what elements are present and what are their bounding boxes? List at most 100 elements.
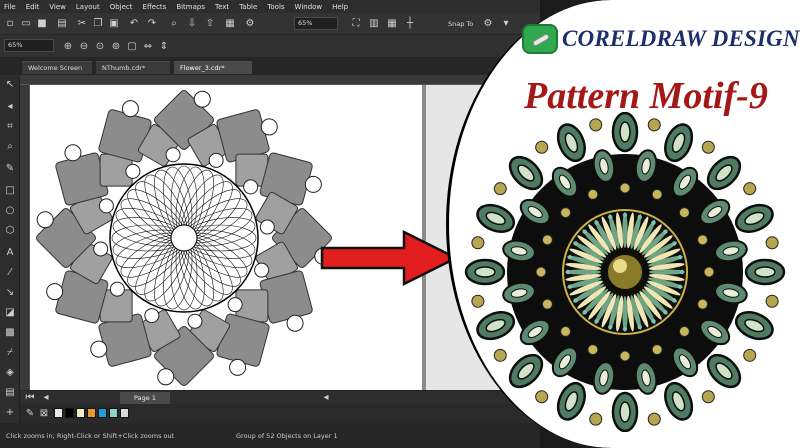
vertical-ruler[interactable] (20, 85, 30, 390)
gold-ball-inner (619, 182, 631, 194)
gold-ball (701, 140, 715, 154)
gold-ball (535, 140, 549, 154)
export-icon[interactable]: ⇧ (204, 18, 216, 30)
add-tool-icon[interactable]: + (4, 407, 16, 419)
gold-ball-inner (560, 325, 572, 337)
gray-ring-circle (165, 147, 181, 163)
palette-swatch[interactable] (87, 408, 96, 418)
snap-to-button[interactable]: Snap To (448, 18, 478, 30)
rectangle-tool-icon[interactable]: □ (4, 185, 16, 197)
gray-ring-circle (144, 308, 160, 324)
undo-icon[interactable]: ↶ (128, 18, 140, 30)
core-dot (582, 310, 587, 315)
parallel-dimension-tool-icon[interactable]: ⁄ (4, 267, 16, 279)
launcher-icon[interactable]: ⚙ (244, 18, 256, 30)
zoom-selected-icon[interactable]: ⊙ (94, 41, 106, 53)
menu-text[interactable]: Text (215, 3, 229, 11)
zoom-in-icon[interactable]: ⊕ (62, 41, 74, 53)
core-dot (679, 269, 685, 275)
property-zoom-combo[interactable]: 65% (4, 39, 54, 52)
scroll-left-icon[interactable]: ◂ (320, 392, 332, 404)
zoom-tool-icon[interactable]: ⌕ (4, 141, 16, 153)
palette-swatch[interactable] (120, 408, 129, 418)
gray-ring-circle (121, 100, 139, 118)
no-fill-icon[interactable]: ⊠ (38, 408, 50, 420)
search-icon[interactable]: ⌕ (168, 18, 180, 30)
tab-flower-3[interactable]: Flower_3.cdr* (174, 61, 252, 74)
gold-ball-inner (697, 234, 709, 246)
publish-pdf-icon[interactable]: ▦ (224, 18, 236, 30)
menu-layout[interactable]: Layout (76, 3, 100, 11)
menu-help[interactable]: Help (332, 3, 348, 11)
zoom-level-combo[interactable]: 65% (294, 17, 338, 30)
pick-tool-icon[interactable]: ↖ (4, 79, 16, 91)
core-dot (677, 255, 683, 260)
page-1-tab[interactable]: Page 1 (120, 392, 170, 404)
palette-swatch[interactable] (98, 408, 107, 418)
tab-welcome-screen[interactable]: Welcome Screen (22, 61, 92, 74)
drop-shadow-tool-icon[interactable]: ◪ (4, 307, 16, 319)
ellipse-tool-icon[interactable]: ○ (4, 205, 16, 217)
core-ray (622, 296, 628, 332)
zoom-out-icon[interactable]: ⊖ (78, 41, 90, 53)
gold-ball-inner (560, 207, 572, 219)
palette-swatch[interactable] (65, 408, 74, 418)
menu-tools[interactable]: Tools (267, 3, 284, 11)
grid-icon[interactable]: ▦ (386, 18, 398, 30)
colored-mandala-artwork (464, 112, 786, 432)
transparency-tool-icon[interactable]: ▩ (4, 327, 16, 339)
full-screen-icon[interactable]: ⛶ (350, 18, 362, 30)
menu-view[interactable]: View (49, 3, 66, 11)
menu-bitmaps[interactable]: Bitmaps (176, 3, 205, 11)
menu-file[interactable]: File (4, 3, 16, 11)
dropdown-chevron-icon[interactable]: ▾ (500, 18, 512, 30)
gray-mandala-artwork[interactable] (32, 86, 332, 391)
core-dot (594, 319, 599, 324)
menu-window[interactable]: Window (295, 3, 323, 11)
gold-ball (589, 118, 603, 132)
zoom-page-icon[interactable]: ▢ (126, 41, 138, 53)
smart-fill-tool-icon[interactable]: ▤ (4, 387, 16, 399)
menu-effects[interactable]: Effects (143, 3, 167, 11)
shape-tool-icon[interactable]: ◂ (4, 101, 16, 113)
palette-swatch[interactable] (109, 408, 118, 418)
palette-swatch[interactable] (54, 408, 63, 418)
coreldraw-logo-icon (522, 24, 558, 54)
import-icon[interactable]: ⇩ (186, 18, 198, 30)
zoom-width-icon[interactable]: ⇔ (142, 41, 154, 53)
menu-table[interactable]: Table (239, 3, 257, 11)
tab-nthumb[interactable]: NThumb.cdr* (96, 61, 170, 74)
gold-ball-inner (651, 344, 663, 356)
mandala-core-highlight (613, 259, 627, 273)
interactive-fill-tool-icon[interactable]: ◈ (4, 367, 16, 379)
connector-tool-icon[interactable]: ↘ (4, 287, 16, 299)
crop-tool-icon[interactable]: ⌗ (4, 121, 16, 133)
text-tool-icon[interactable]: A (4, 247, 16, 259)
cut-icon[interactable]: ✂ (76, 18, 88, 30)
zoom-height-icon[interactable]: ⇕ (158, 41, 170, 53)
save-icon[interactable]: ■ (36, 18, 48, 30)
gray-ring-circle (98, 198, 114, 214)
menu-object[interactable]: Object (110, 3, 133, 11)
zoom-all-icon[interactable]: ⊚ (110, 41, 122, 53)
menu-edit[interactable]: Edit (26, 3, 40, 11)
print-icon[interactable]: ▤ (56, 18, 68, 30)
guidelines-icon[interactable]: ┼ (404, 18, 416, 30)
palette-menu-icon[interactable]: ✎ (24, 408, 36, 420)
freehand-tool-icon[interactable]: ✎ (4, 163, 16, 175)
first-page-icon[interactable]: ⏮ (24, 392, 36, 404)
palette-swatch[interactable] (76, 408, 85, 418)
copy-icon[interactable]: ❐ (92, 18, 104, 30)
rulers-icon[interactable]: ▥ (368, 18, 380, 30)
options-icon[interactable]: ⚙ (482, 18, 494, 30)
horizontal-ruler[interactable] (20, 75, 540, 85)
polygon-tool-icon[interactable]: ⬡ (4, 225, 16, 237)
new-document-icon[interactable]: ▫ (4, 18, 16, 30)
paste-icon[interactable]: ▣ (108, 18, 120, 30)
redo-icon[interactable]: ↷ (146, 18, 158, 30)
core-dot (651, 220, 656, 225)
core-dot (672, 241, 677, 246)
eyedropper-tool-icon[interactable]: ⌿ (4, 347, 16, 359)
open-icon[interactable]: ▭ (20, 18, 32, 30)
previous-page-icon[interactable]: ◂ (40, 392, 52, 404)
